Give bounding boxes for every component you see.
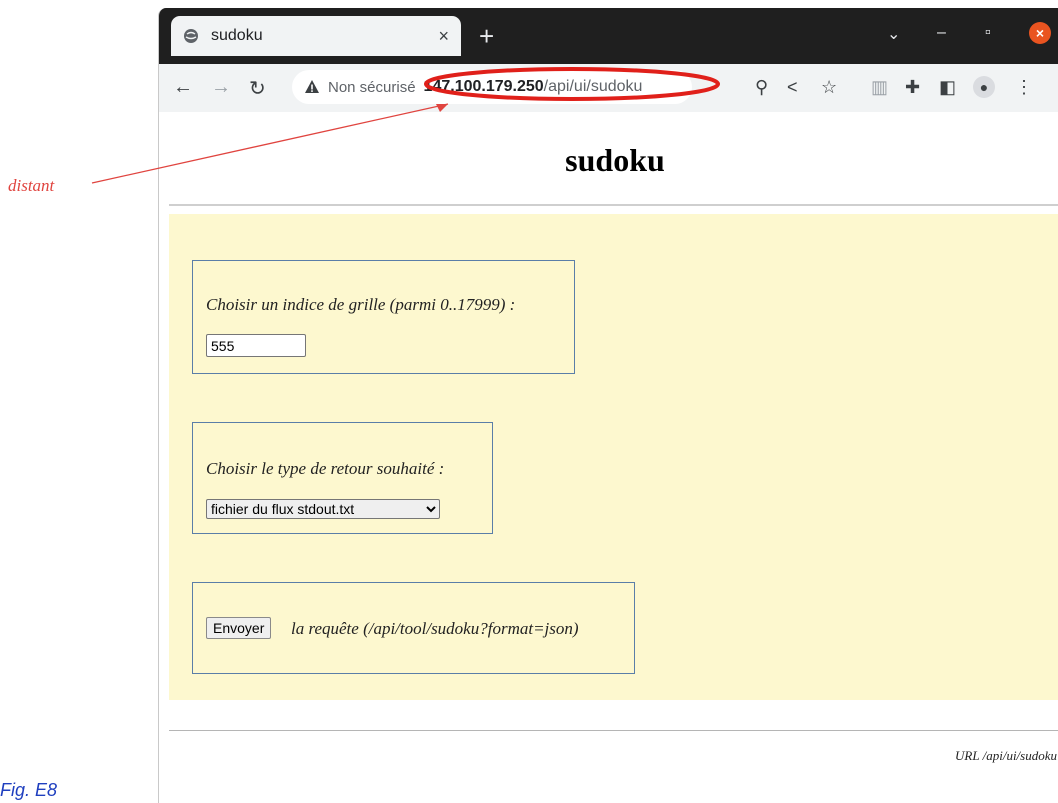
grid-index-input[interactable] <box>206 334 306 357</box>
zoom-icon[interactable]: ⚲ <box>755 77 768 98</box>
browser-toolbar: ← → ↻ Non sécurisé 147.100.179.250/api/u… <box>159 64 1058 113</box>
reading-list-icon[interactable]: ▥ <box>871 77 888 98</box>
browser-window: sudoku × + ⌄ – ▫ × ← → ↻ Non sécurisé 14… <box>158 8 1058 803</box>
page-title: sudoku <box>565 142 665 178</box>
address-bar[interactable]: Non sécurisé 147.100.179.250/api/ui/sudo… <box>292 70 692 104</box>
profile-icon[interactable]: ● <box>973 76 995 98</box>
back-icon[interactable]: ← <box>173 76 193 99</box>
send-button[interactable]: Envoyer <box>206 617 272 639</box>
warning-icon <box>305 80 319 93</box>
footer-url: URL /api/ui/sudoku <box>955 748 1057 763</box>
side-panel-icon[interactable]: ◧ <box>939 77 956 98</box>
tab-strip: sudoku × + ⌄ – ▫ × <box>159 8 1058 64</box>
forward-icon[interactable]: → <box>211 76 231 99</box>
tab-close-icon[interactable]: × <box>438 26 449 47</box>
submit-description: la requête (/api/tool/sudoku?format=json… <box>291 619 579 638</box>
minimize-icon[interactable]: – <box>937 24 946 42</box>
tab-sudoku[interactable]: sudoku × <box>171 16 461 56</box>
maximize-icon[interactable]: ▫ <box>985 24 991 42</box>
globe-icon <box>184 29 198 43</box>
page-content: sudoku Choisir un indice de grille (parm… <box>159 112 1058 803</box>
new-tab-button[interactable]: + <box>479 23 494 49</box>
bookmark-star-icon[interactable]: ☆ <box>821 77 837 98</box>
grid-index-label: Choisir un indice de grille (parmi 0..17… <box>206 295 516 314</box>
divider-bottom <box>169 730 1058 731</box>
security-label: Non sécurisé <box>328 78 416 96</box>
url-path: /api/ui/sudoku <box>543 78 643 95</box>
annotation-label: distant <box>8 176 55 195</box>
figure-caption: Fig. E8 <box>0 780 58 800</box>
url-host: 147.100.179.250 <box>423 78 544 95</box>
grid-index-group: Choisir un indice de grille (parmi 0..17… <box>192 260 575 374</box>
return-type-select[interactable]: fichier du flux stdout.txt <box>206 499 440 519</box>
share-icon[interactable]: < <box>787 77 798 98</box>
menu-icon[interactable]: ⋮ <box>1015 77 1033 98</box>
window-close-icon[interactable]: × <box>1029 22 1051 44</box>
return-type-group: Choisir le type de retour souhaité : fic… <box>192 422 493 534</box>
extensions-icon[interactable]: ✚ <box>905 77 920 98</box>
reload-icon[interactable]: ↻ <box>249 76 266 101</box>
form-panel: Choisir un indice de grille (parmi 0..17… <box>169 214 1058 700</box>
tab-search-icon[interactable]: ⌄ <box>887 24 900 44</box>
divider-top <box>169 204 1058 206</box>
return-type-label: Choisir le type de retour souhaité : <box>206 459 445 478</box>
tab-title: sudoku <box>211 27 263 44</box>
submit-group: Envoyer la requête (/api/tool/sudoku?for… <box>192 582 635 674</box>
